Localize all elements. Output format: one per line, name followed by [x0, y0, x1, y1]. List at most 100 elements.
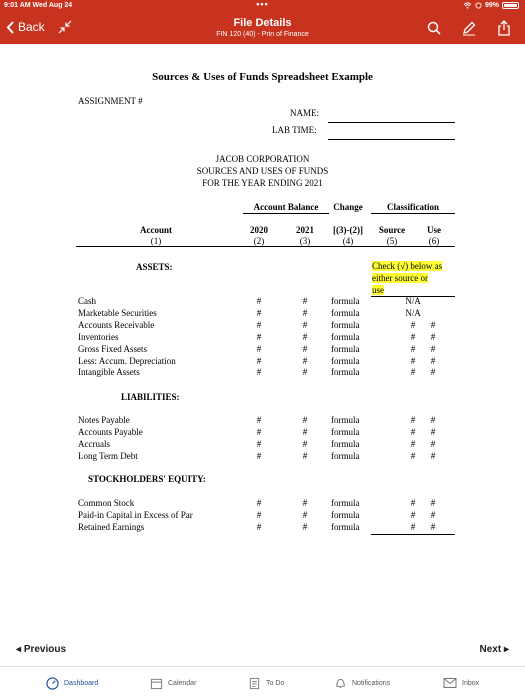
cell-y2021: # [302, 415, 308, 425]
cell-change: formula [331, 438, 360, 449]
account-name: Accruals [78, 438, 110, 449]
tab-notifications[interactable]: Notifications [334, 677, 390, 690]
cell-y2020: # [256, 319, 262, 330]
cell-source: # [410, 415, 416, 425]
cell-source: # [410, 343, 416, 354]
column-header-label: 2020 [250, 225, 268, 235]
column-header-number: (3) [299, 236, 311, 246]
dashboard-icon [46, 677, 59, 690]
account-name: Gross Fixed Assets [78, 343, 148, 354]
account-name: Less: Accum. Depreciation [78, 355, 176, 366]
battery-icon [502, 2, 519, 9]
tab-dashboard[interactable]: Dashboard [46, 677, 98, 690]
cell-y2021: # [302, 307, 308, 318]
search-icon[interactable] [426, 20, 442, 36]
cell-y2020: # [256, 438, 262, 449]
column-header-label: Account [140, 225, 172, 235]
cell-y2020: # [256, 296, 262, 306]
check-note-line: Check (√) below as [372, 261, 443, 271]
name-label: NAME: [290, 108, 319, 118]
cell-change: formula [331, 331, 360, 342]
cell-y2020: # [256, 343, 262, 354]
cell-use: # [430, 367, 436, 378]
previous-button[interactable]: ◂ Previous [16, 644, 66, 655]
column-header-label: Source [378, 225, 406, 235]
annotate-pen-icon[interactable] [461, 20, 477, 36]
column-header-number: (6) [428, 236, 440, 246]
cell-y2021: # [302, 438, 308, 449]
cell-use: # [430, 355, 436, 366]
wifi-icon [463, 2, 472, 9]
document-viewer[interactable]: Sources & Uses of Funds Spreadsheet Exam… [0, 44, 525, 634]
account-name: Notes Payable [78, 415, 130, 425]
share-icon[interactable] [496, 20, 512, 36]
bell-icon [336, 678, 345, 689]
account-name: Accounts Payable [78, 426, 143, 437]
cell-use: # [430, 509, 436, 520]
page-title: File Details [233, 17, 292, 29]
cell-change: formula [331, 509, 360, 520]
cell-change: formula [331, 343, 360, 354]
tab-todo[interactable]: To Do [248, 677, 284, 690]
cell-source: # [410, 498, 416, 508]
cell-change: formula [331, 367, 360, 378]
cell-source: # [410, 319, 416, 330]
company-name: JACOB CORPORATION [215, 154, 310, 164]
cell-use: # [430, 331, 436, 342]
check-note-line: use [372, 285, 384, 295]
page-subtitle: FIN 120 (40) - Prin of Finance [216, 31, 309, 38]
statement-heading: SOURCES AND USES OF FUNDS [196, 166, 329, 176]
tab-calendar[interactable]: Calendar [150, 677, 196, 690]
account-name: Retained Earnings [78, 521, 145, 532]
account-name: Marketable Securities [78, 307, 157, 318]
cell-change: formula [331, 415, 360, 425]
cell-y2020: # [256, 509, 262, 520]
classification-underline [371, 213, 455, 214]
tab-inbox[interactable]: Inbox [443, 677, 479, 689]
cell-y2020: # [256, 331, 262, 342]
column-header-label: Use [427, 225, 441, 235]
cell-y2020: # [256, 426, 262, 437]
cell-source: N/A [405, 307, 421, 318]
cell-change: formula [331, 498, 360, 508]
cell-y2021: # [302, 331, 308, 342]
calendar-icon [150, 678, 163, 690]
cell-change: formula [331, 307, 360, 318]
next-button[interactable]: Next ▸ [480, 644, 510, 655]
next-label: Next [479, 644, 502, 655]
change-header: Change [333, 202, 363, 212]
highlighted-text: either source or [372, 273, 428, 283]
cell-y2020: # [256, 307, 262, 318]
lab-time-line [328, 139, 455, 140]
header-rule [76, 246, 455, 247]
cell-y2020: # [256, 415, 262, 425]
inbox-icon [443, 678, 457, 688]
cell-source: # [410, 521, 416, 532]
account-name: Accounts Receivable [78, 319, 155, 330]
cell-use: # [430, 498, 436, 508]
cell-use: # [430, 521, 436, 532]
cell-use: # [430, 319, 436, 330]
cell-y2020: # [256, 498, 262, 508]
cell-change: formula [331, 450, 360, 461]
cell-change: formula [331, 521, 360, 532]
column-header-number: (5) [386, 236, 398, 246]
multitask-dots[interactable]: ••• [0, 0, 525, 9]
name-line [328, 122, 455, 123]
cell-use: # [430, 415, 436, 425]
account-name: Paid-in Capital in Excess of Par [78, 509, 193, 520]
tab-label: To Do [266, 680, 285, 687]
account-name: Intangible Assets [78, 367, 140, 378]
cell-source: # [410, 355, 416, 366]
highlighted-text: Check (√) below as [372, 261, 443, 271]
highlighted-text: use [372, 285, 384, 295]
section-heading: STOCKHOLDERS' EQUITY: [88, 474, 206, 484]
cell-change: formula [331, 426, 360, 437]
cell-y2021: # [302, 498, 308, 508]
cell-source: N/A [405, 296, 421, 306]
cell-y2021: # [302, 367, 308, 378]
cell-y2020: # [256, 367, 262, 378]
account-name: Common Stock [78, 498, 135, 508]
location-icon [475, 2, 482, 9]
cell-y2021: # [302, 450, 308, 461]
